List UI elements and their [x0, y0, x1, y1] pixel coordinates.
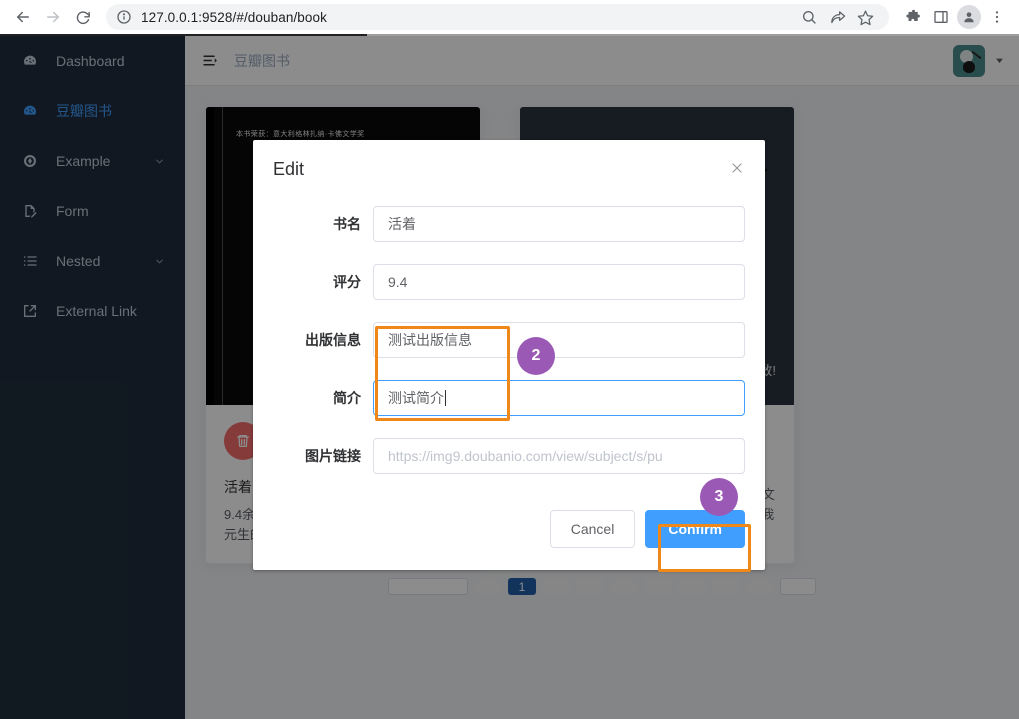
site-info-icon[interactable] — [116, 9, 132, 25]
star-bookmark-icon[interactable] — [851, 3, 879, 31]
app-root: Dashboard 豆瓣图书 Example Form Nested Exter… — [0, 36, 1019, 719]
reload-icon — [76, 10, 90, 24]
back-arrow-icon — [17, 11, 29, 23]
edit-dialog: Edit 书名 活着 评分 9.4 出版信息 测试出版信息 简介 测试简介 图片… — [253, 140, 765, 570]
zoom-search-icon[interactable] — [795, 3, 823, 31]
field-label: 出版信息 — [305, 332, 361, 348]
annotation-badge-3: 3 — [700, 478, 738, 516]
side-panel-icon[interactable] — [927, 3, 955, 31]
cancel-button[interactable]: Cancel — [549, 510, 636, 548]
intro-input[interactable]: 测试简介 — [373, 380, 745, 416]
form-row-image-link: 图片链接 https://img9.doubanio.com/view/subj… — [273, 438, 745, 474]
profile-avatar-icon[interactable] — [955, 3, 983, 31]
forward-button[interactable] — [38, 2, 68, 32]
puzzle-extensions-icon[interactable] — [899, 3, 927, 31]
close-x-icon[interactable] — [729, 160, 745, 176]
share-icon[interactable] — [823, 3, 851, 31]
rating-input[interactable]: 9.4 — [373, 264, 745, 300]
reload-button[interactable] — [68, 2, 98, 32]
browser-action-icons — [895, 3, 1011, 31]
book-name-input[interactable]: 活着 — [373, 206, 745, 242]
forward-arrow-icon — [47, 11, 59, 23]
confirm-button[interactable]: Confirm — [645, 510, 745, 548]
form-row-publish-info: 出版信息 测试出版信息 — [273, 322, 745, 358]
field-label: 评分 — [333, 274, 361, 290]
field-label: 书名 — [333, 216, 361, 232]
annotation-badge-2: 2 — [517, 337, 555, 375]
form-row-rating: 评分 9.4 — [273, 264, 745, 300]
dialog-title: Edit — [273, 159, 305, 179]
url-text: 127.0.0.1:9528/#/douban/book — [141, 9, 327, 25]
image-link-input[interactable]: https://img9.doubanio.com/view/subject/s… — [373, 438, 745, 474]
three-dot-menu-icon[interactable] — [983, 3, 1011, 31]
dialog-footer: Cancel Confirm — [253, 500, 765, 570]
browser-toolbar: 127.0.0.1:9528/#/douban/book — [0, 0, 1019, 34]
dialog-body: 书名 活着 评分 9.4 出版信息 测试出版信息 简介 测试简介 图片链接 ht… — [253, 188, 765, 500]
dialog-header: Edit — [253, 140, 765, 188]
publish-info-input[interactable]: 测试出版信息 — [373, 322, 745, 358]
text-caret — [445, 390, 446, 406]
form-row-book-name: 书名 活着 — [273, 206, 745, 242]
field-label: 简介 — [333, 390, 361, 406]
field-label: 图片链接 — [305, 448, 361, 464]
back-button[interactable] — [8, 2, 38, 32]
form-row-intro: 简介 测试简介 — [273, 380, 745, 416]
address-bar[interactable]: 127.0.0.1:9528/#/douban/book — [106, 4, 889, 30]
intro-input-value: 测试简介 — [388, 390, 444, 406]
